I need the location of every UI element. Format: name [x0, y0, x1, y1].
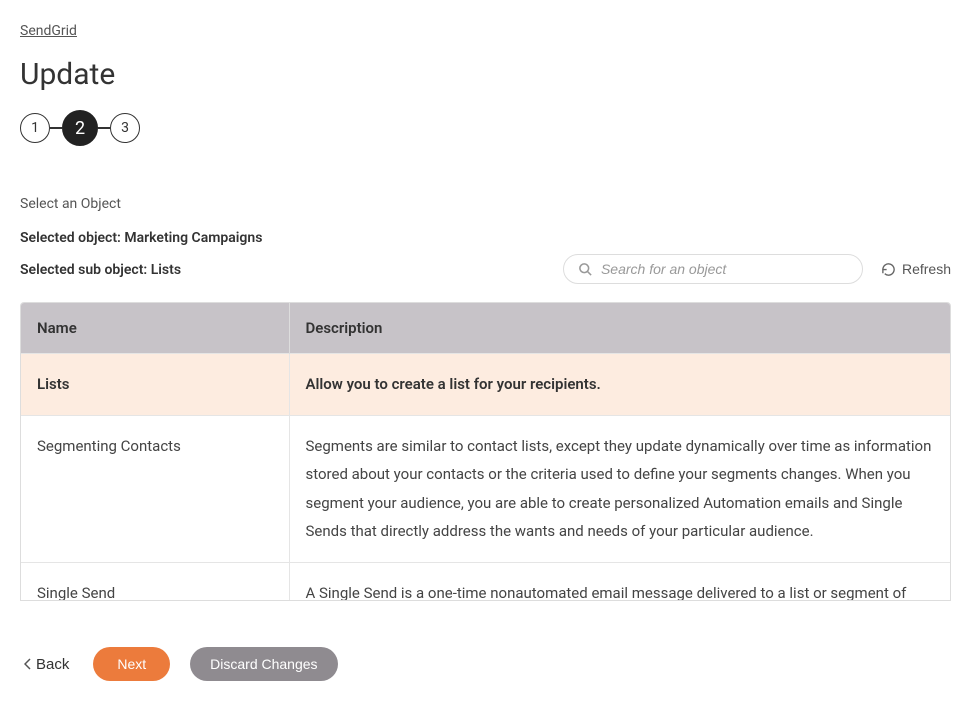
refresh-icon — [881, 262, 896, 277]
page-title: Update — [20, 57, 951, 92]
back-label: Back — [36, 656, 69, 673]
cell-description: Allow you to create a list for your reci… — [289, 354, 950, 416]
step-1[interactable]: 1 — [20, 113, 50, 143]
cell-description: Segments are similar to contact lists, e… — [289, 415, 950, 562]
next-button[interactable]: Next — [93, 647, 170, 681]
chevron-left-icon — [24, 658, 32, 670]
table-row[interactable]: Segmenting Contacts Segments are similar… — [21, 415, 950, 562]
search-icon — [578, 262, 593, 277]
step-3[interactable]: 3 — [110, 113, 140, 143]
cell-description: A Single Send is a one-time nonautomated… — [289, 562, 950, 600]
cell-name: Single Send — [21, 562, 289, 600]
header-name: Name — [21, 303, 289, 354]
search-box[interactable] — [563, 254, 863, 284]
discard-button[interactable]: Discard Changes — [190, 647, 337, 681]
step-connector — [50, 127, 62, 129]
table-scroll[interactable]: Name Description Lists Allow you to crea… — [21, 303, 950, 600]
step-connector — [98, 127, 110, 129]
refresh-label: Refresh — [902, 261, 951, 277]
search-input[interactable] — [601, 261, 848, 277]
selected-object: Selected object: Marketing Campaigns — [20, 230, 951, 246]
cell-name: Segmenting Contacts — [21, 415, 289, 562]
stepper: 1 2 3 — [20, 110, 951, 146]
cell-name: Lists — [21, 354, 289, 416]
object-table: Name Description Lists Allow you to crea… — [20, 302, 951, 601]
section-label: Select an Object — [20, 196, 951, 212]
back-button[interactable]: Back — [20, 648, 73, 681]
table-row[interactable]: Single Send A Single Send is a one-time … — [21, 562, 950, 600]
refresh-button[interactable]: Refresh — [881, 261, 951, 277]
table-row[interactable]: Lists Allow you to create a list for you… — [21, 354, 950, 416]
step-2[interactable]: 2 — [62, 110, 98, 146]
footer: Back Next Discard Changes — [0, 627, 971, 701]
header-description: Description — [289, 303, 950, 354]
breadcrumb-link[interactable]: SendGrid — [20, 23, 77, 39]
